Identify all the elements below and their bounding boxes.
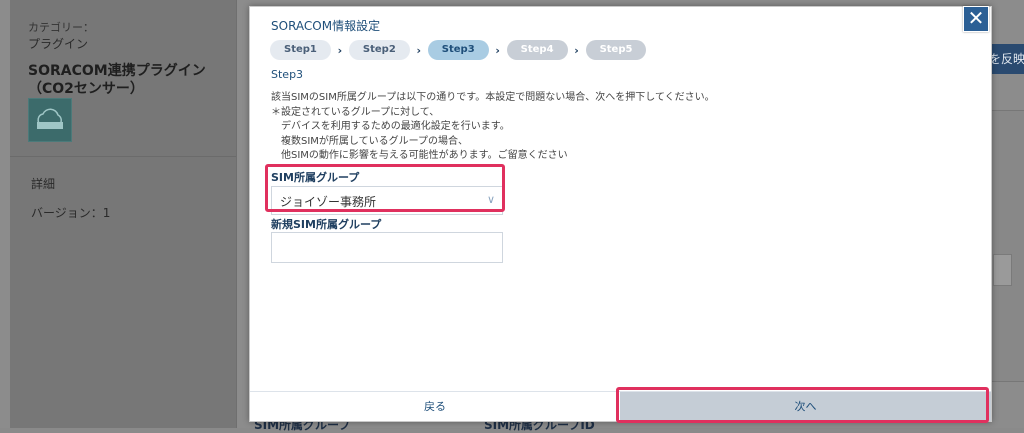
category-value: プラグイン [28, 37, 89, 51]
step-arrow-icon: › [337, 43, 343, 57]
sidebar-divider [10, 156, 236, 157]
detail-link[interactable]: 詳細 [31, 175, 55, 192]
next-button-highlight [616, 387, 989, 423]
step-arrow-icon: › [416, 43, 422, 57]
plugin-title-line2: （CO2センサー） [28, 81, 144, 97]
left-strip [0, 0, 10, 428]
description-line: 他SIMの動作に影響を与える可能性があります。ご留意ください [281, 150, 568, 161]
plugin-title-line1: SORACOM連携プラグイン [28, 63, 206, 79]
step-indicator: Step1 › Step2 › Step3 › Step4 › Step5 [270, 39, 647, 61]
category-label: カテゴリー： [28, 21, 94, 34]
modal-title: SORACOM情報設定 [271, 19, 381, 33]
new-sim-group-label: 新規SIM所属グループ [271, 218, 382, 231]
soracom-settings-modal: SORACOM情報設定 Step1 › Step2 › Step3 › Step… [249, 6, 992, 422]
sim-group-highlight [265, 164, 505, 212]
background-small-button[interactable] [993, 254, 1012, 286]
step-description: 該当SIMのSIM所属グループは以下の通りです。本設定で問題ない場合、次へを押下… [271, 91, 715, 164]
description-line: ＊設定されているグループに対して、 [271, 106, 440, 118]
step-heading: Step3 [271, 68, 304, 81]
new-sim-group-input[interactable] [271, 232, 503, 263]
step-4: Step4 [506, 40, 568, 60]
step-1: Step1 [270, 40, 331, 60]
close-icon[interactable]: ✕ [963, 6, 989, 32]
soracom-logo-icon [28, 98, 72, 142]
background-panel [990, 110, 1024, 382]
step-arrow-icon: › [495, 43, 500, 57]
description-line: デバイスを利用するための最適化設定を行います。 [281, 121, 510, 132]
back-button[interactable]: 戻る [250, 392, 620, 421]
version-label: バージョン：1 [31, 206, 111, 220]
description-line: 該当SIMのSIM所属グループは以下の通りです。本設定で問題ない場合、次へを押下… [271, 92, 715, 103]
step-5: Step5 [585, 40, 647, 60]
plugin-title: SORACOM連携プラグイン （CO2センサー） [28, 62, 206, 98]
step-arrow-icon: › [574, 43, 579, 57]
description-line: 複数SIMが所属しているグループの場合、 [281, 135, 469, 147]
step-2: Step2 [348, 40, 410, 60]
step-3: Step3 [427, 40, 489, 60]
